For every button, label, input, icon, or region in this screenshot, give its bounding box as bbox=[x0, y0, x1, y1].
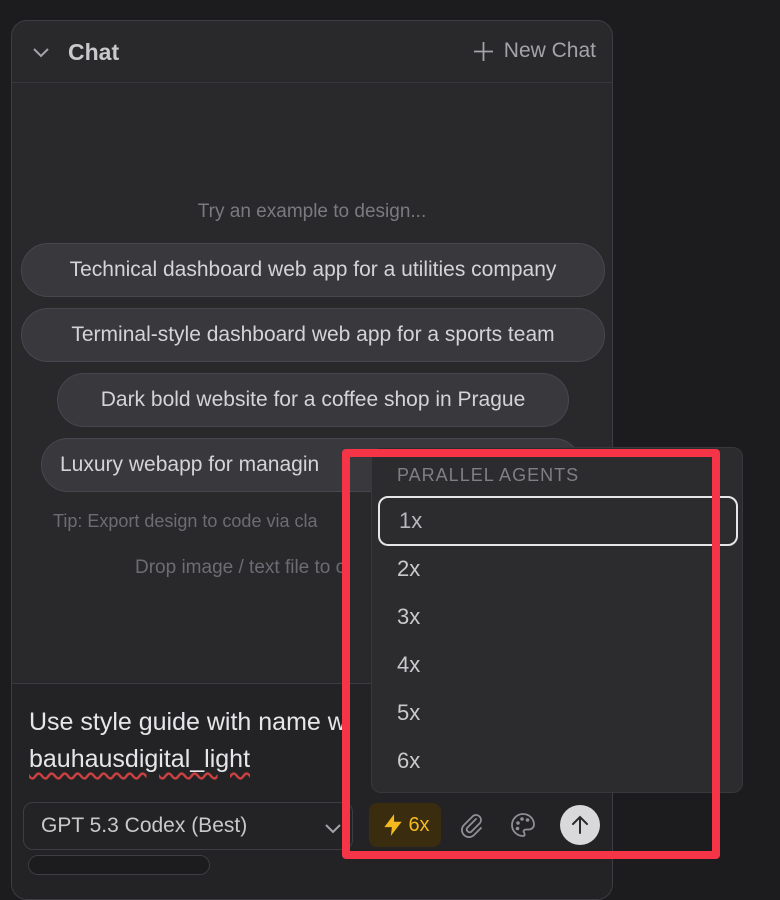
chevron-down-icon[interactable] bbox=[32, 43, 50, 61]
palette-icon[interactable] bbox=[508, 810, 538, 840]
new-chat-button[interactable]: New Chat bbox=[473, 39, 596, 63]
examples-prompt: Try an example to design... bbox=[197, 201, 427, 222]
example-chip[interactable]: Technical dashboard web app for a utilit… bbox=[21, 243, 605, 297]
chevron-down-icon bbox=[325, 824, 341, 834]
menu-option-5x[interactable]: 5x bbox=[378, 688, 738, 738]
menu-option-1x[interactable]: 1x bbox=[378, 496, 738, 546]
export-tip: Tip: Export design to code via cla bbox=[53, 511, 318, 531]
message-line: bauhausdigital_light bbox=[29, 745, 251, 773]
arrow-up-icon bbox=[572, 815, 588, 834]
chat-title: Chat bbox=[68, 39, 120, 65]
chat-header: Chat New Chat bbox=[12, 21, 612, 83]
parallel-agents-button[interactable]: 6x bbox=[369, 803, 441, 847]
model-select[interactable]: GPT 5.3 Codex (Best) bbox=[23, 802, 353, 850]
menu-option-3x[interactable]: 3x bbox=[378, 592, 738, 642]
send-button[interactable] bbox=[560, 805, 600, 845]
lightning-icon bbox=[384, 814, 403, 836]
underlying-element bbox=[28, 855, 210, 875]
agents-count: 6x bbox=[408, 813, 430, 836]
example-chip[interactable]: Dark bold website for a coffee shop in P… bbox=[57, 373, 569, 427]
paperclip-icon[interactable] bbox=[456, 810, 486, 840]
new-chat-label: New Chat bbox=[503, 39, 596, 62]
menu-option-4x[interactable]: 4x bbox=[378, 640, 738, 690]
message-line: Use style guide with name w bbox=[29, 708, 346, 736]
drop-hint: Drop image / text file to c bbox=[135, 557, 346, 578]
menu-heading: PARALLEL AGENTS bbox=[397, 465, 580, 485]
plus-icon bbox=[473, 41, 493, 61]
parallel-agents-menu: PARALLEL AGENTS 1x 2x 3x 4x 5x 6x bbox=[371, 447, 743, 793]
model-label: GPT 5.3 Codex (Best) bbox=[41, 814, 248, 837]
example-chip[interactable]: Terminal-style dashboard web app for a s… bbox=[21, 308, 605, 362]
menu-option-6x[interactable]: 6x bbox=[378, 736, 738, 786]
menu-option-2x[interactable]: 2x bbox=[378, 544, 738, 594]
